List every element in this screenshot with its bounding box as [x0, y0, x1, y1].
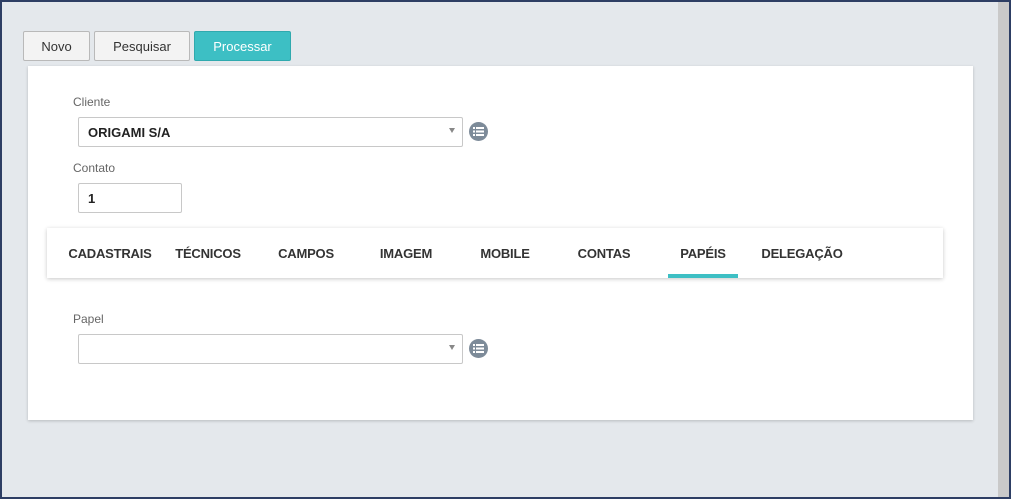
pesquisar-button[interactable]: Pesquisar [94, 31, 190, 61]
papel-list-button[interactable] [469, 339, 488, 358]
toolbar: Novo Pesquisar Processar [23, 31, 291, 61]
tab-contas[interactable]: CONTAS [576, 228, 632, 278]
contato-label: Contato [73, 161, 116, 175]
papel-label: Papel [73, 312, 104, 326]
novo-button[interactable]: Novo [23, 31, 90, 61]
chevron-down-icon [449, 128, 455, 133]
cliente-label: Cliente [73, 95, 111, 109]
tab-mobile[interactable]: MOBILE [480, 228, 530, 278]
papel-select[interactable] [78, 334, 463, 364]
cliente-select[interactable]: ORIGAMI S/A [78, 117, 463, 147]
tab-papeis[interactable]: PAPÉIS [668, 228, 738, 278]
chevron-down-icon [449, 345, 455, 350]
tab-cadastrais[interactable]: CADASTRAIS [68, 228, 151, 278]
contato-input-value: 1 [88, 190, 96, 206]
tab-delegacao[interactable]: DELEGAÇÃO [761, 228, 842, 278]
contato-input[interactable]: 1 [78, 183, 182, 213]
processar-button[interactable]: Processar [194, 31, 291, 61]
cliente-select-value: ORIGAMI S/A [88, 124, 171, 140]
tab-tecnicos[interactable]: TÉCNICOS [175, 228, 241, 278]
tab-bar: CADASTRAIS TÉCNICOS CAMPOS IMAGEM MOBILE… [47, 228, 943, 278]
form-card: Cliente ORIGAMI S/A Contato 1 CADASTRAIS… [28, 66, 973, 420]
tab-campos[interactable]: CAMPOS [278, 228, 334, 278]
list-icon [473, 127, 484, 136]
list-icon [473, 344, 484, 353]
cliente-list-button[interactable] [469, 122, 488, 141]
vertical-scrollbar[interactable] [998, 2, 1009, 497]
tab-imagem[interactable]: IMAGEM [378, 228, 434, 278]
